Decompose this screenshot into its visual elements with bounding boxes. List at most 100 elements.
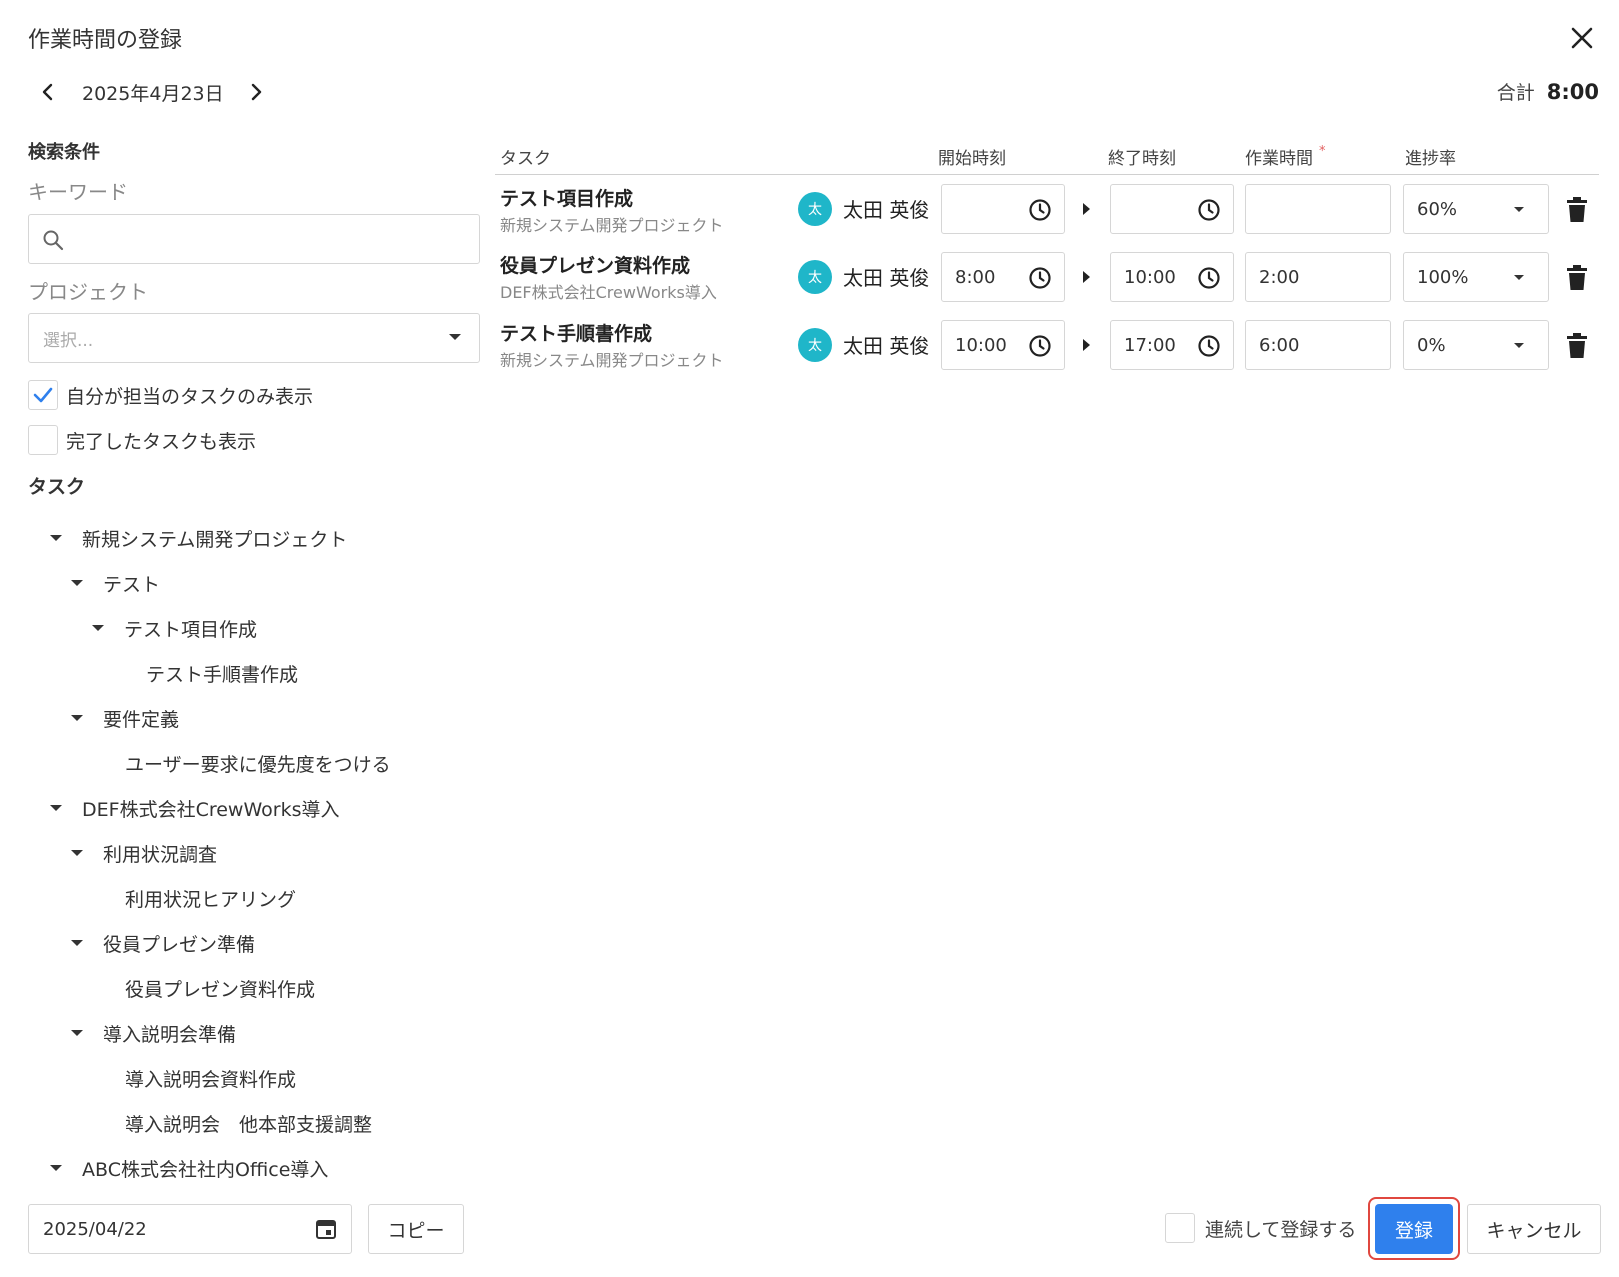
tree-item[interactable]: ユーザー要求に優先度をつける: [125, 749, 391, 777]
only-mine-checkbox[interactable]: 自分が担当のタスクのみ表示: [28, 380, 313, 410]
cancel-button[interactable]: キャンセル: [1467, 1204, 1601, 1254]
copy-date-input[interactable]: 2025/04/22: [28, 1204, 352, 1254]
caret-down-icon: [71, 850, 83, 856]
tree-item[interactable]: 役員プレゼン資料作成: [125, 974, 315, 1002]
tree-item[interactable]: ABC株式会社社内Office導入: [28, 1154, 328, 1178]
project-placeholder: 選択...: [43, 330, 94, 351]
project-select[interactable]: 選択...: [28, 313, 480, 363]
col-head-duration-label: 作業時間: [1245, 149, 1313, 169]
tree-item[interactable]: DEF株式会社CrewWorks導入: [28, 794, 339, 822]
task-tree-title: タスク: [28, 476, 86, 498]
tree-item-label: 役員プレゼン準備: [103, 933, 256, 956]
end-time-value: 17:00: [1124, 334, 1176, 356]
chevron-right-icon: [251, 83, 261, 101]
show-done-label: 完了したタスクも表示: [66, 430, 257, 453]
row-task-title: テスト項目作成: [500, 188, 634, 210]
show-done-check[interactable]: [28, 425, 58, 455]
col-head-progress: 進捗率: [1405, 149, 1456, 169]
arrow-right-icon: [1083, 339, 1090, 351]
clock-icon[interactable]: [1028, 334, 1052, 358]
task-tree: 新規システム開発プロジェクト テスト テスト項目作成 テスト手順書作成 要件定義…: [28, 520, 480, 1178]
tree-item[interactable]: 役員プレゼン準備: [49, 929, 255, 957]
clock-icon[interactable]: [1028, 198, 1052, 222]
chevron-down-icon: [449, 334, 461, 340]
tree-item[interactable]: テスト: [49, 569, 160, 597]
tree-item-label: 利用状況調査: [103, 843, 218, 866]
progress-select[interactable]: 0%: [1403, 320, 1549, 370]
tree-item[interactable]: 要件定義: [49, 704, 179, 732]
end-time-input[interactable]: 17:00: [1110, 320, 1234, 370]
caret-down-icon: [50, 1165, 62, 1171]
col-head-duration: 作業時間 *: [1245, 144, 1326, 169]
close-button[interactable]: [1566, 22, 1598, 54]
prev-day-button[interactable]: [34, 76, 62, 108]
chevron-down-icon: [1514, 275, 1524, 280]
tree-item-label: テスト項目作成: [124, 618, 258, 641]
tree-item-label: 利用状況ヒアリング: [125, 888, 297, 911]
tree-item[interactable]: 導入説明会準備: [49, 1019, 236, 1047]
end-time-input[interactable]: 10:00: [1110, 252, 1234, 302]
next-day-button[interactable]: [242, 76, 270, 108]
tree-item[interactable]: 新規システム開発プロジェクト: [28, 524, 347, 552]
start-time-input[interactable]: 8:00: [941, 252, 1065, 302]
tree-item[interactable]: テスト手順書作成: [146, 659, 298, 687]
clock-icon[interactable]: [1197, 266, 1221, 290]
progress-select[interactable]: 60%: [1403, 184, 1549, 234]
avatar: 太: [798, 328, 832, 362]
row-user-name: 太田 英俊: [843, 266, 930, 290]
only-mine-check[interactable]: [28, 380, 58, 410]
calendar-icon[interactable]: [315, 1218, 337, 1240]
caret-down-icon: [50, 535, 62, 541]
keyword-input[interactable]: [28, 214, 480, 264]
tree-item-label: 役員プレゼン資料作成: [125, 978, 316, 1001]
continuous-register-label: 連続して登録する: [1205, 1218, 1357, 1241]
chevron-down-icon: [1514, 343, 1524, 348]
close-icon: [1571, 27, 1593, 49]
tree-item[interactable]: テスト項目作成: [70, 614, 257, 642]
tree-item-label: 導入説明会準備: [103, 1023, 237, 1046]
total-time: 合計 8:00: [1497, 78, 1599, 105]
current-date: 2025年4月23日: [82, 82, 224, 105]
trash-icon[interactable]: [1566, 265, 1588, 291]
clock-icon[interactable]: [1197, 334, 1221, 358]
caret-down-icon: [71, 1030, 83, 1036]
tree-item-label: DEF株式会社CrewWorks導入: [82, 798, 340, 821]
caret-down-icon: [71, 715, 83, 721]
arrow-right-icon: [1083, 203, 1090, 215]
clock-icon[interactable]: [1028, 266, 1052, 290]
total-label: 合計: [1496, 82, 1535, 104]
dialog-title: 作業時間の登録: [28, 28, 183, 53]
search-section-title: 検索条件: [28, 142, 100, 163]
tree-item[interactable]: 導入説明会 他本部支援調整: [125, 1109, 372, 1137]
copy-button[interactable]: コピー: [368, 1204, 464, 1254]
end-time-input[interactable]: [1110, 184, 1234, 234]
copy-date-value: 2025/04/22: [43, 1218, 147, 1240]
trash-icon[interactable]: [1566, 197, 1588, 223]
start-time-input[interactable]: 10:00: [941, 320, 1065, 370]
row-user-name: 太田 英俊: [843, 334, 930, 358]
progress-value: 100%: [1417, 266, 1469, 288]
tree-item-label: 要件定義: [103, 708, 180, 731]
register-button[interactable]: 登録: [1375, 1204, 1453, 1254]
start-time-input[interactable]: [941, 184, 1065, 234]
trash-icon[interactable]: [1566, 333, 1588, 359]
tree-item[interactable]: 利用状況調査: [49, 839, 217, 867]
tree-item[interactable]: 利用状況ヒアリング: [125, 884, 296, 912]
duration-input[interactable]: 6:00: [1245, 320, 1391, 370]
total-value: 8:00: [1546, 80, 1599, 104]
duration-input[interactable]: [1245, 184, 1391, 234]
progress-value: 60%: [1417, 198, 1458, 220]
col-head-start: 開始時刻: [938, 149, 1006, 169]
progress-value: 0%: [1417, 334, 1446, 356]
show-done-checkbox[interactable]: 完了したタスクも表示: [28, 425, 256, 455]
start-time-value: 10:00: [955, 334, 1007, 356]
tree-item-label: 導入説明会資料作成: [125, 1068, 297, 1091]
clock-icon[interactable]: [1197, 198, 1221, 222]
duration-input[interactable]: 2:00: [1245, 252, 1391, 302]
continuous-register-check[interactable]: [1165, 1213, 1195, 1243]
caret-down-icon: [71, 580, 83, 586]
chevron-down-icon: [1514, 207, 1524, 212]
progress-select[interactable]: 100%: [1403, 252, 1549, 302]
tree-item[interactable]: 導入説明会資料作成: [125, 1064, 296, 1092]
continuous-register-checkbox[interactable]: 連続して登録する: [1165, 1213, 1356, 1243]
